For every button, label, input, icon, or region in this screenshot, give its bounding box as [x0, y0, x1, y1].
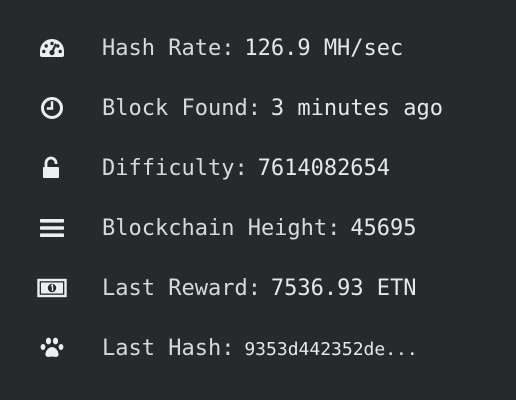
dashboard-gauge-icon	[36, 36, 68, 60]
bars-icon	[36, 216, 68, 240]
stat-hash-rate: Hash Rate: 126.9 MH/sec	[36, 18, 506, 78]
unlock-icon	[36, 156, 68, 180]
clock-icon	[36, 96, 68, 120]
block-found-value: 3 minutes ago	[270, 95, 444, 121]
pool-stats-panel: Hash Rate: 126.9 MH/sec Block Found: 3 min…	[0, 0, 516, 400]
stat-label: Blockchain Height: 45695	[102, 215, 417, 241]
stat-blockchain-height: Blockchain Height: 45695	[36, 198, 506, 258]
stat-label: Last Hash: 9353d442352de...	[102, 335, 418, 361]
stat-block-found: Block Found: 3 minutes ago	[36, 78, 506, 138]
money-icon	[36, 276, 68, 300]
stats-list: Hash Rate: 126.9 MH/sec Block Found: 3 min…	[36, 18, 506, 378]
stat-label: Difficulty: 7614082654	[102, 155, 391, 181]
stat-difficulty: Difficulty: 7614082654	[36, 138, 506, 198]
blockchain-height-value: 45695	[350, 215, 417, 241]
last-reward-value: 7536.93 ETN	[270, 275, 417, 301]
stat-last-hash: Last Hash: 9353d442352de...	[36, 318, 506, 378]
stat-label: Last Reward: 7536.93 ETN	[102, 275, 417, 301]
paw-icon	[36, 336, 68, 360]
last-hash-value: 9353d442352de...	[244, 338, 418, 360]
stat-label: Hash Rate: 126.9 MH/sec	[102, 35, 404, 61]
difficulty-value: 7614082654	[257, 155, 391, 181]
stat-label: Block Found: 3 minutes ago	[102, 95, 444, 121]
stat-last-reward: Last Reward: 7536.93 ETN	[36, 258, 506, 318]
hash-rate-value: 126.9 MH/sec	[244, 35, 404, 61]
